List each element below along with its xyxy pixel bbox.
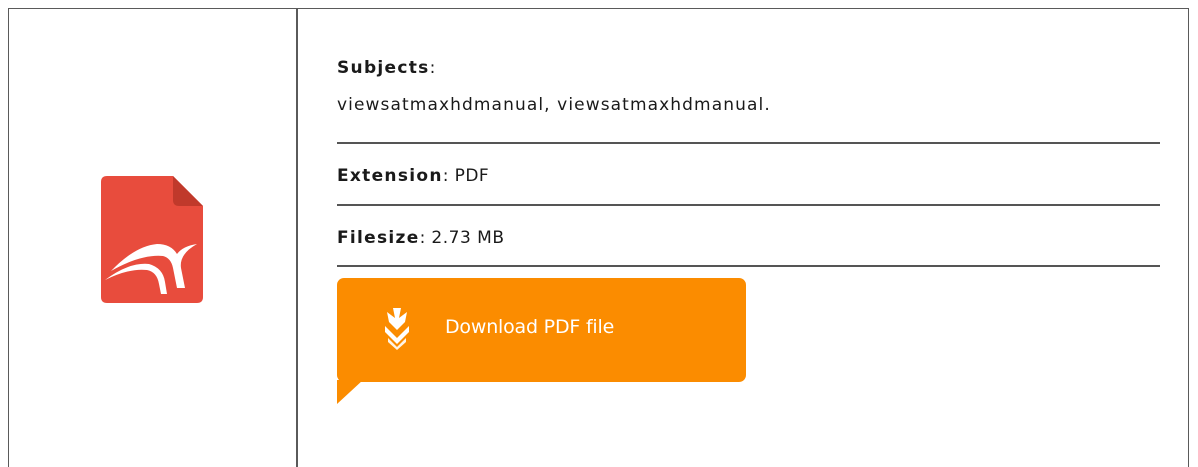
extension-label: Extension xyxy=(337,166,443,186)
divider-line xyxy=(337,204,1160,206)
download-pdf-button[interactable]: Download PDF file xyxy=(337,278,746,382)
extension-separator: : xyxy=(442,166,450,186)
filesize-separator: : xyxy=(419,228,427,248)
extension-row: Extension: PDF xyxy=(337,166,489,186)
divider-line xyxy=(337,142,1160,144)
extension-value: PDF xyxy=(454,166,490,186)
pdf-file-icon xyxy=(101,176,203,303)
download-arrow-icon xyxy=(385,308,409,350)
filesize-label: Filesize xyxy=(337,228,420,248)
column-divider xyxy=(296,8,298,467)
filesize-value: 2.73 MB xyxy=(431,228,505,248)
download-button-tail xyxy=(337,380,363,404)
subjects-separator: : xyxy=(429,58,437,78)
subjects-heading: Subjects: xyxy=(337,58,436,78)
download-button-label: Download PDF file xyxy=(445,316,615,338)
divider-line xyxy=(337,265,1160,267)
filesize-row: Filesize: 2.73 MB xyxy=(337,228,505,248)
subjects-label: Subjects xyxy=(337,58,430,78)
subjects-value: viewsatmaxhdmanual, viewsatmaxhdmanual. xyxy=(337,95,771,115)
